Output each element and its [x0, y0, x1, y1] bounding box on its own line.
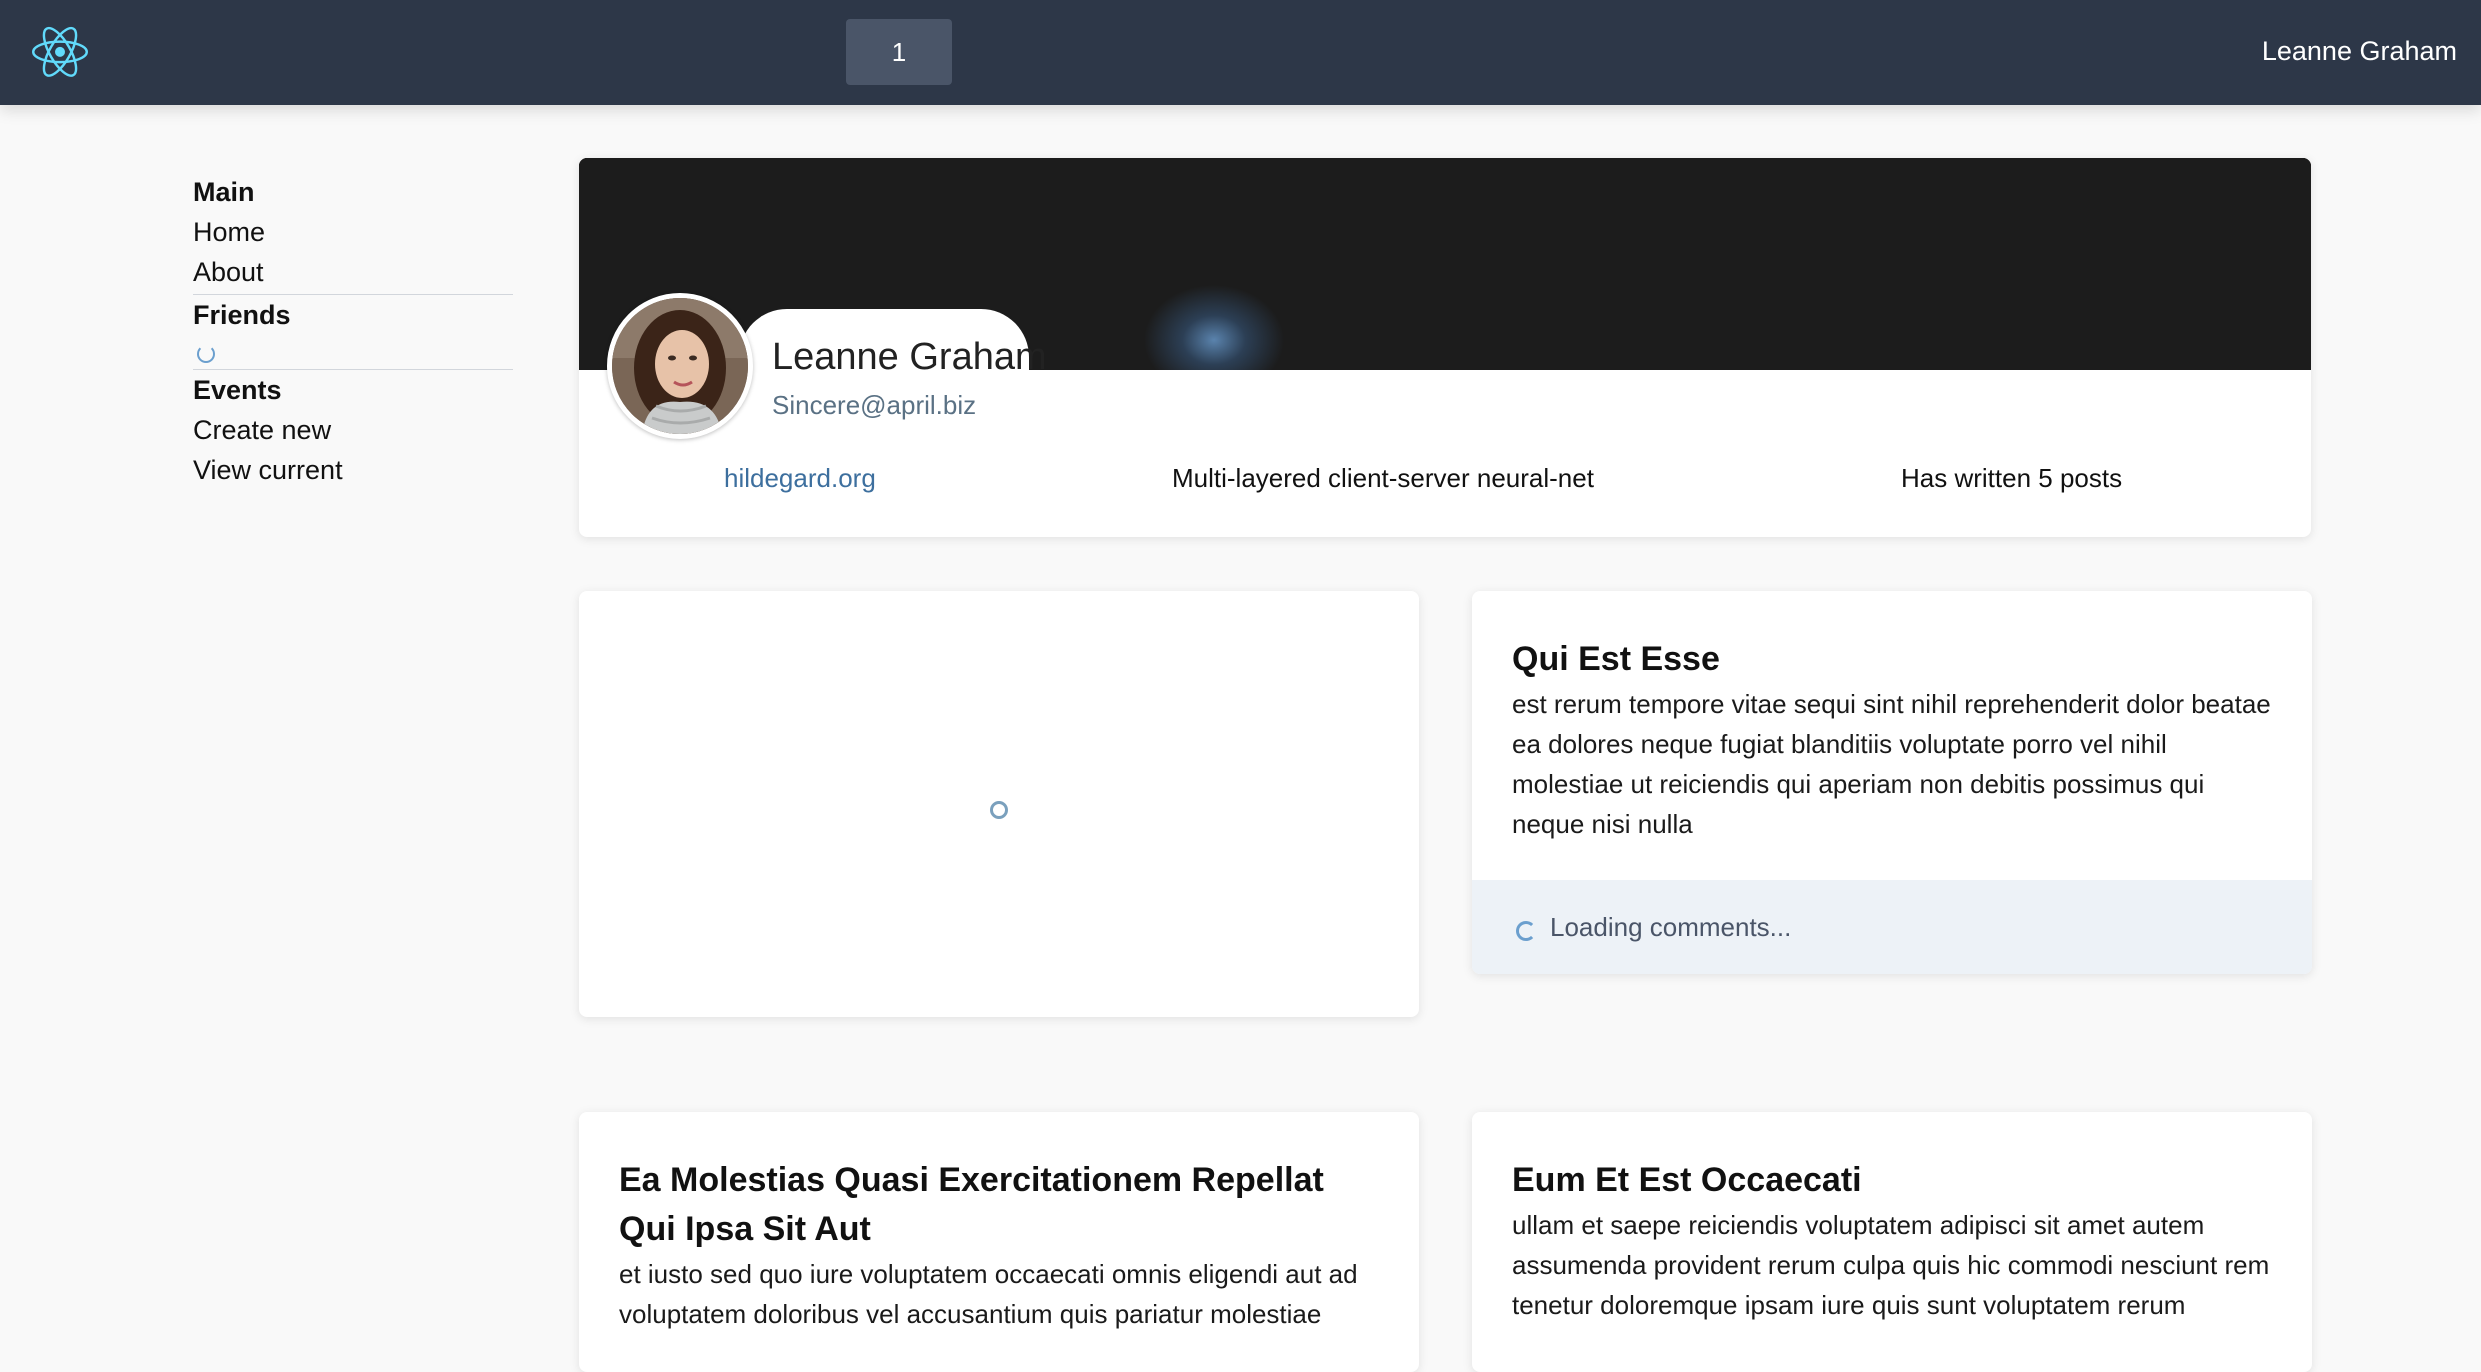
post-body-text: ullam et saepe reiciendis voluptatem adi…	[1512, 1210, 2270, 1320]
sidebar-item-about[interactable]: About	[193, 252, 513, 292]
comments-loading-text: Loading comments...	[1550, 911, 1792, 942]
profile-posts-count: Has written 5 posts	[1901, 463, 2123, 493]
comments-section: Loading comments...	[1472, 880, 2312, 974]
profile-catch-phrase: Multi-layered client-server neural-net	[1172, 463, 1594, 493]
post-body-text: est rerum tempore vitae sequi sint nihil…	[1512, 689, 2271, 839]
sidebar-section-friends: Friends	[193, 300, 291, 330]
top-bar: 1 Leanne Graham	[0, 0, 2481, 105]
avatar-portrait-icon	[612, 298, 748, 434]
profile-website-link[interactable]: hildegard.org	[724, 463, 876, 494]
profile-card: Leanne Graham Sincere@april.biz hildegar…	[579, 158, 2311, 537]
comments-spinner-icon	[1516, 921, 1536, 941]
react-atom-icon[interactable]	[32, 26, 88, 78]
post-card[interactable]: Qui Est Esse est rerum tempore vitae seq…	[1472, 591, 2312, 974]
post-title[interactable]: Eum Et Est Occaecati	[1512, 1156, 2272, 1205]
profile-stats: hildegard.org Multi-layered client-serve…	[579, 463, 2311, 513]
post-title[interactable]: Qui Est Esse	[1512, 635, 2272, 684]
friends-loading-spinner-icon	[197, 345, 215, 363]
header-user-name[interactable]: Leanne Graham	[2262, 36, 2457, 67]
sidebar-item-create-new[interactable]: Create new	[193, 410, 513, 450]
post-card-loading	[579, 591, 1419, 1017]
post-card[interactable]: Eum Et Est Occaecati ullam et saepe reic…	[1472, 1112, 2312, 1372]
profile-name: Leanne Graham	[772, 336, 1047, 378]
profile-email: Sincere@april.biz	[772, 390, 977, 420]
loading-spinner-icon	[990, 801, 1008, 819]
post-body-text: et iusto sed quo iure voluptatem occaeca…	[619, 1259, 1358, 1329]
post-title[interactable]: Ea Molestias Quasi Exercitationem Repell…	[619, 1156, 1379, 1254]
sidebar-section-main: Main	[193, 177, 255, 207]
sidebar-section-events: Events	[193, 375, 282, 405]
page-number-button[interactable]: 1	[846, 19, 952, 85]
post-card[interactable]: Ea Molestias Quasi Exercitationem Repell…	[579, 1112, 1419, 1372]
sidebar-nav: Main Home About Friends Events Create ne…	[193, 172, 513, 490]
sidebar-item-home[interactable]: Home	[193, 212, 513, 252]
profile-avatar[interactable]	[607, 293, 753, 439]
sidebar-item-view-current[interactable]: View current	[193, 450, 513, 490]
